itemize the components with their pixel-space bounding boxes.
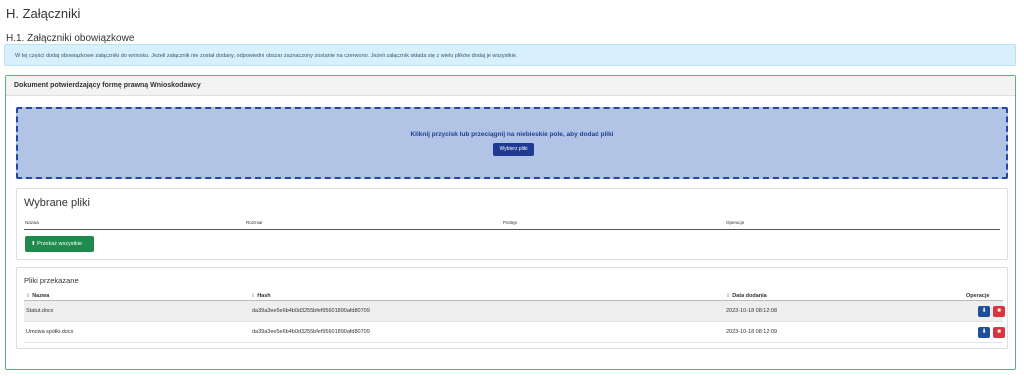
delete-button[interactable]: ■ [993, 327, 1005, 338]
subsection-title: H.1. Załączniki obowiązkowe [6, 33, 135, 44]
column-header-name: Nazwa [25, 220, 39, 225]
table-row: Umowa spółki.docx da39a3ee5e6b4b0d3255bf… [24, 322, 1005, 343]
header-date-label: Data dodania [732, 293, 767, 299]
sent-files-title: Pliki przekazane [24, 276, 79, 285]
file-dropzone[interactable]: Kliknij przycisk lub przeciągnij na nieb… [16, 107, 1008, 179]
attachment-card-title: Dokument potwierdzający formę prawną Wni… [6, 76, 1015, 96]
download-button[interactable]: ⬇ [978, 306, 990, 317]
sort-date-header[interactable]: ⇕ Data dodania [726, 293, 767, 299]
sort-name-header[interactable]: ⇕ Nazwa [26, 293, 49, 299]
download-icon: ⬇ [981, 308, 987, 314]
info-alert-text: W tej części dodaj obowiązkowe załącznik… [15, 53, 518, 59]
download-button[interactable]: ⬇ [978, 327, 990, 338]
sent-files-panel: Pliki przekazane ⇕ Nazwa ⇕ Hash ⇕ Data doda… [16, 267, 1008, 349]
info-alert: W tej części dodaj obowiązkowe załącznik… [4, 44, 1016, 66]
sort-icon: ⇕ [251, 293, 256, 299]
header-name-label: Nazwa [32, 293, 50, 299]
header-hash-label: Hash [257, 293, 271, 299]
delete-button[interactable]: ■ [993, 306, 1005, 317]
choose-files-button[interactable]: Wybierz pliki [493, 143, 534, 156]
table-divider [24, 229, 1000, 230]
send-all-button[interactable]: ⬆ Przekaż wszystkie [25, 236, 94, 252]
upload-icon: ⬆ [31, 241, 36, 247]
file-date: 2023-10-18 08:12:09 [726, 329, 778, 335]
file-name: Statut.docx [26, 308, 54, 314]
attachment-card: Dokument potwierdzający formę prawną Wni… [5, 75, 1016, 370]
file-name: Umowa spółki.docx [26, 329, 74, 335]
send-all-label: Przekaż wszystkie [37, 241, 83, 247]
table-row: Statut.docx da39a3ee5e6b4b0d3255bfef9560… [24, 301, 1005, 322]
section-title: H. Załączniki [6, 6, 81, 21]
file-hash: da39a3ee5e6b4b0d3255bfef95601890afd80709 [252, 308, 370, 314]
table-header: ⇕ Nazwa ⇕ Hash ⇕ Data dodania Operacje [24, 291, 1003, 301]
column-header-progress: Postęp [503, 220, 518, 225]
sent-files-table: ⇕ Nazwa ⇕ Hash ⇕ Data dodania Operacje Stat… [24, 291, 1005, 343]
trash-icon: ■ [997, 308, 1001, 314]
trash-icon: ■ [997, 329, 1001, 335]
sort-icon: ⇕ [26, 293, 31, 299]
file-hash: da39a3ee5e6b4b0d3255bfef95601890afd80709 [252, 329, 370, 335]
file-date: 2023-10-18 08:12:08 [726, 308, 778, 314]
column-header-operations: Operacje [726, 220, 745, 225]
sort-icon: ⇕ [726, 293, 731, 299]
sort-hash-header[interactable]: ⇕ Hash [251, 293, 271, 299]
dropzone-instruction: Kliknij przycisk lub przeciągnij na nieb… [410, 131, 614, 138]
selected-files-panel: Wybrane pliki Nazwa Rozmiar Postęp Opera… [16, 188, 1008, 260]
column-header-size: Rozmiar [246, 220, 263, 225]
header-operations-label: Operacje [966, 293, 990, 299]
selected-files-title: Wybrane pliki [24, 197, 90, 209]
download-icon: ⬇ [981, 329, 987, 335]
